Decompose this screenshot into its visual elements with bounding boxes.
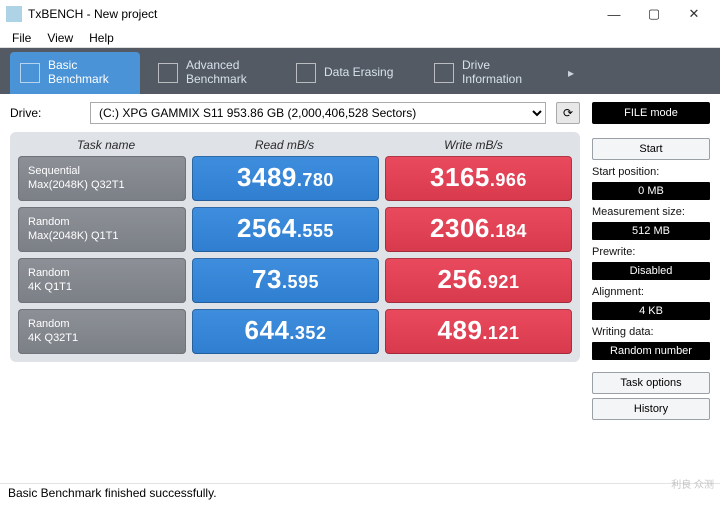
drive-label: Drive:: [10, 106, 80, 120]
col-write: Write mB/s: [379, 138, 568, 152]
table-row: Random 4K Q32T1 644.352 489.121: [18, 309, 572, 354]
task-label: Random Max(2048K) Q1T1: [18, 207, 186, 252]
task-label: Sequential Max(2048K) Q32T1: [18, 156, 186, 201]
tabbar: Basic Benchmark Advanced Benchmark Data …: [0, 48, 720, 94]
table-row: Random 4K Q1T1 73.595 256.921: [18, 258, 572, 303]
task-line2: Max(2048K) Q32T1: [28, 179, 176, 193]
write-dec: .921: [482, 272, 519, 293]
tab-advanced-benchmark[interactable]: Advanced Benchmark: [148, 52, 278, 94]
table-row: Random Max(2048K) Q1T1 2564.555 2306.184: [18, 207, 572, 252]
write-value: 3165.966: [385, 156, 572, 201]
table-row: Sequential Max(2048K) Q32T1 3489.780 316…: [18, 156, 572, 201]
results-card: Task name Read mB/s Write mB/s Sequentia…: [10, 132, 580, 362]
read-int: 2564: [237, 213, 297, 244]
task-line2: 4K Q1T1: [28, 281, 176, 295]
measurement-size-label: Measurement size:: [592, 206, 710, 218]
close-button[interactable]: ✕: [674, 6, 714, 22]
drive-icon: [434, 63, 454, 83]
main-panel: Drive: (C:) XPG GAMMIX S11 953.86 GB (2,…: [10, 102, 580, 420]
read-int: 644: [245, 315, 290, 346]
tab-basic-benchmark[interactable]: Basic Benchmark: [10, 52, 140, 94]
read-value: 3489.780: [192, 156, 379, 201]
status-bar: Basic Benchmark finished successfully.: [0, 483, 720, 505]
write-value: 2306.184: [385, 207, 572, 252]
gauge-icon: [20, 63, 40, 83]
write-int: 2306: [430, 213, 490, 244]
maximize-button[interactable]: ▢: [634, 6, 674, 22]
erase-icon: [296, 63, 316, 83]
drive-select[interactable]: (C:) XPG GAMMIX S11 953.86 GB (2,000,406…: [90, 102, 546, 124]
tab-data-erasing[interactable]: Data Erasing: [286, 52, 416, 94]
write-int: 489: [438, 315, 483, 346]
history-button[interactable]: History: [592, 398, 710, 420]
write-dec: .121: [482, 323, 519, 344]
titlebar: TxBENCH - New project — ▢ ✕: [0, 0, 720, 28]
read-value: 644.352: [192, 309, 379, 354]
refresh-icon: ⟳: [563, 106, 573, 120]
writing-data-label: Writing data:: [592, 326, 710, 338]
write-value: 256.921: [385, 258, 572, 303]
read-value: 73.595: [192, 258, 379, 303]
tab-label: Data Erasing: [324, 66, 393, 80]
menu-help[interactable]: Help: [81, 31, 122, 45]
measurement-size-value[interactable]: 512 MB: [592, 222, 710, 240]
alignment-value[interactable]: 4 KB: [592, 302, 710, 320]
read-dec: .780: [297, 170, 334, 191]
side-panel: FILE mode Start Start position: 0 MB Mea…: [592, 102, 710, 420]
task-line2: 4K Q32T1: [28, 332, 176, 346]
start-button[interactable]: Start: [592, 138, 710, 160]
tab-label: Advanced Benchmark: [186, 59, 247, 87]
alignment-label: Alignment:: [592, 286, 710, 298]
menubar: File View Help: [0, 28, 720, 48]
refresh-button[interactable]: ⟳: [556, 102, 580, 124]
write-int: 3165: [430, 162, 490, 193]
read-int: 3489: [237, 162, 297, 193]
task-line1: Random: [28, 267, 176, 281]
app-icon: [6, 6, 22, 22]
task-options-button[interactable]: Task options: [592, 372, 710, 394]
tab-label: Drive Information: [462, 59, 522, 87]
window-title: TxBENCH - New project: [28, 7, 594, 21]
task-line1: Random: [28, 318, 176, 332]
watermark: 利良 众测: [671, 481, 714, 491]
read-int: 73: [252, 264, 282, 295]
table-header: Task name Read mB/s Write mB/s: [18, 138, 572, 156]
tab-label: Basic Benchmark: [48, 59, 109, 87]
col-task: Task name: [22, 138, 190, 152]
read-value: 2564.555: [192, 207, 379, 252]
read-dec: .352: [289, 323, 326, 344]
read-dec: .555: [297, 221, 334, 242]
drive-row: Drive: (C:) XPG GAMMIX S11 953.86 GB (2,…: [10, 102, 580, 124]
write-value: 489.121: [385, 309, 572, 354]
task-line2: Max(2048K) Q1T1: [28, 230, 176, 244]
write-dec: .966: [490, 170, 527, 191]
task-label: Random 4K Q32T1: [18, 309, 186, 354]
minimize-button[interactable]: —: [594, 7, 634, 22]
write-dec: .184: [490, 221, 527, 242]
write-int: 256: [438, 264, 483, 295]
prewrite-value[interactable]: Disabled: [592, 262, 710, 280]
col-read: Read mB/s: [190, 138, 379, 152]
file-mode-button[interactable]: FILE mode: [592, 102, 710, 124]
menu-view[interactable]: View: [39, 31, 81, 45]
task-line1: Random: [28, 216, 176, 230]
tab-drive-information[interactable]: Drive Information: [424, 52, 554, 94]
task-line1: Sequential: [28, 165, 176, 179]
tabs-overflow-icon[interactable]: ▸: [562, 66, 580, 80]
task-label: Random 4K Q1T1: [18, 258, 186, 303]
menu-file[interactable]: File: [4, 31, 39, 45]
bars-icon: [158, 63, 178, 83]
start-position-value[interactable]: 0 MB: [592, 182, 710, 200]
start-position-label: Start position:: [592, 166, 710, 178]
content: Drive: (C:) XPG GAMMIX S11 953.86 GB (2,…: [0, 94, 720, 424]
read-dec: .595: [282, 272, 319, 293]
prewrite-label: Prewrite:: [592, 246, 710, 258]
writing-data-value[interactable]: Random number: [592, 342, 710, 360]
